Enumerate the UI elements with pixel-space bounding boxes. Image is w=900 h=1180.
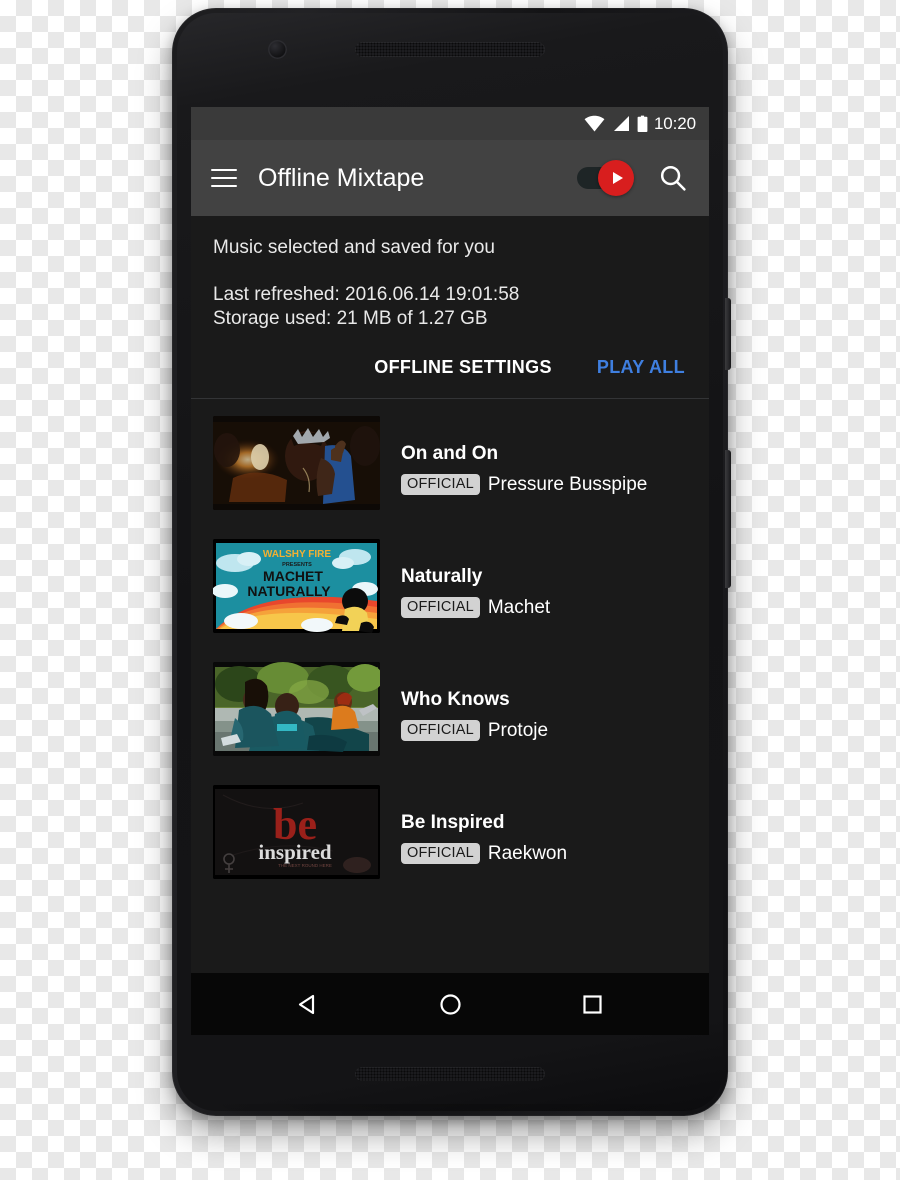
- front-camera-icon: [268, 40, 287, 59]
- cellular-signal-icon: [613, 116, 629, 131]
- svg-text:WALSHY FIRE: WALSHY FIRE: [263, 549, 331, 560]
- battery-full-icon: [637, 115, 648, 132]
- play-triangle-icon: [612, 172, 623, 184]
- status-bar: 10:20: [191, 107, 709, 140]
- video-meta: Naturally OFFICIAL Machet: [380, 539, 550, 619]
- video-artist: Protoje: [487, 719, 549, 741]
- list-item[interactable]: be inspired THE NEXT ROUND HERE Be Inspi…: [191, 784, 709, 879]
- svg-text:MACHET: MACHET: [263, 568, 323, 584]
- video-artist: Raekwon: [487, 842, 568, 864]
- video-title: Who Knows: [401, 688, 510, 710]
- hamburger-menu-icon[interactable]: [211, 168, 237, 188]
- video-byline: OFFICIAL Machet: [401, 597, 550, 619]
- phone-screen: 10:20 Offline Mixtape Music selected and…: [191, 107, 709, 1035]
- svg-text:NATURALLY: NATURALLY: [247, 583, 331, 599]
- volume-rocker-button[interactable]: [725, 450, 731, 588]
- music-mode-toggle[interactable]: [577, 160, 634, 196]
- video-thumbnail: WALSHY FIRE PRESENTS MACHET NATURALLY: [213, 538, 380, 633]
- video-artist: Pressure Busspipe: [487, 473, 648, 495]
- video-byline: OFFICIAL Pressure Busspipe: [401, 474, 647, 496]
- video-thumbnail: [213, 415, 380, 510]
- video-title: Naturally: [401, 565, 483, 587]
- android-nav-bar: [191, 973, 709, 1035]
- power-button[interactable]: [725, 298, 731, 370]
- video-artist: Machet: [487, 596, 551, 618]
- video-list: On and On OFFICIAL Pressure Busspipe WAL…: [191, 398, 709, 879]
- bottom-speaker-grille-icon: [355, 1067, 545, 1081]
- video-byline: OFFICIAL Raekwon: [401, 843, 567, 865]
- back-triangle-icon[interactable]: [296, 992, 321, 1017]
- app-bar: Offline Mixtape: [191, 140, 709, 216]
- video-meta: Be Inspired OFFICIAL Raekwon: [380, 785, 567, 865]
- video-thumbnail: be inspired THE NEXT ROUND HERE: [213, 784, 380, 879]
- video-meta: On and On OFFICIAL Pressure Busspipe: [380, 416, 647, 496]
- info-section: Music selected and saved for you Last re…: [191, 216, 709, 332]
- phone-device: 10:20 Offline Mixtape Music selected and…: [172, 8, 731, 1116]
- wifi-icon: [584, 115, 605, 132]
- app-bar-title: Offline Mixtape: [258, 163, 425, 192]
- video-title: On and On: [401, 442, 499, 464]
- video-title: Be Inspired: [401, 811, 505, 833]
- list-item[interactable]: On and On OFFICIAL Pressure Busspipe: [191, 415, 709, 510]
- toggle-thumb: [598, 160, 634, 196]
- list-item[interactable]: WALSHY FIRE PRESENTS MACHET NATURALLY Na…: [191, 538, 709, 633]
- status-badge: OFFICIAL: [401, 720, 480, 741]
- home-circle-icon[interactable]: [438, 992, 463, 1017]
- play-all-button[interactable]: PLAY ALL: [597, 357, 685, 378]
- search-icon[interactable]: [658, 163, 688, 193]
- status-badge: OFFICIAL: [401, 474, 480, 495]
- offline-settings-button[interactable]: OFFLINE SETTINGS: [374, 357, 552, 378]
- earpiece-grille-icon: [355, 42, 545, 57]
- status-badge: OFFICIAL: [401, 843, 480, 864]
- last-refreshed-text: Last refreshed: 2016.06.14 19:01:58: [213, 284, 520, 305]
- list-item[interactable]: Who Knows OFFICIAL Protoje: [191, 661, 709, 756]
- status-bar-clock: 10:20: [653, 114, 696, 133]
- video-meta: Who Knows OFFICIAL Protoje: [380, 662, 548, 742]
- video-byline: OFFICIAL Protoje: [401, 720, 548, 742]
- info-subtitle: Music selected and saved for you: [213, 237, 495, 258]
- status-badge: OFFICIAL: [401, 597, 480, 618]
- storage-used-text: Storage used: 21 MB of 1.27 GB: [213, 308, 488, 330]
- video-thumbnail: [213, 661, 380, 756]
- recents-square-icon[interactable]: [580, 992, 605, 1017]
- action-row: OFFLINE SETTINGS PLAY ALL: [191, 331, 709, 399]
